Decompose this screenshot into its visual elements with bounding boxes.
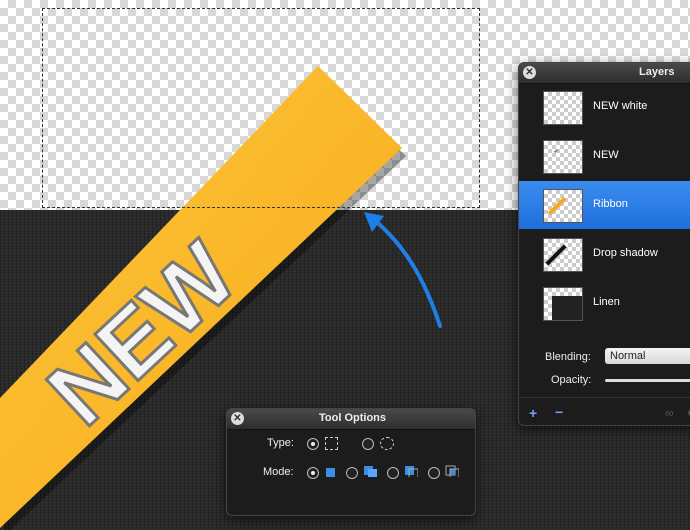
- intersect-mode-icon: [445, 465, 459, 477]
- add-mode-icon: [364, 466, 377, 477]
- layer-row-drop-shadow[interactable]: Drop shadow: [519, 230, 690, 278]
- layers-panel[interactable]: ✕ Layers NEW white NEW Ribbon Drop shado…: [518, 62, 690, 426]
- tool-options-panel[interactable]: ✕ Tool Options Type: Mode:: [226, 408, 476, 516]
- layer-thumbnail: [543, 91, 583, 125]
- rectangle-selection-icon: [325, 437, 338, 450]
- mode-radio-add[interactable]: [346, 467, 358, 479]
- layer-name: NEW: [593, 149, 619, 161]
- layer-row-new-white[interactable]: NEW white: [519, 83, 690, 131]
- layer-thumbnail: [543, 238, 583, 272]
- mode-radio-replace[interactable]: [307, 467, 319, 479]
- replace-mode-icon: [326, 468, 335, 477]
- layer-row-linen[interactable]: Linen: [519, 279, 690, 327]
- mode-radio-subtract[interactable]: [387, 467, 399, 479]
- close-icon[interactable]: ✕: [231, 412, 244, 425]
- layer-thumbnail: [543, 140, 583, 174]
- layer-thumbnail: [543, 189, 583, 223]
- add-icon[interactable]: +: [529, 405, 537, 421]
- tool-options-titlebar[interactable]: ✕ Tool Options: [227, 409, 475, 430]
- tool-options-title: Tool Options: [319, 412, 387, 424]
- ellipse-selection-icon: [380, 437, 394, 450]
- mode-radio-intersect[interactable]: [428, 467, 440, 479]
- layer-name: Drop shadow: [593, 247, 658, 259]
- layers-panel-title: Layers: [639, 66, 675, 78]
- type-label: Type:: [267, 437, 294, 449]
- layers-panel-titlebar[interactable]: ✕ Layers: [519, 63, 690, 84]
- layer-name: NEW white: [593, 100, 648, 112]
- layer-thumbnail: [543, 287, 583, 321]
- layer-row-ribbon[interactable]: Ribbon: [519, 181, 690, 229]
- link-icon[interactable]: ∞: [665, 406, 674, 420]
- blending-select[interactable]: Normal: [605, 348, 690, 364]
- mode-label: Mode:: [263, 466, 294, 478]
- layers-panel-toolbar: + − ∞ ⚙: [519, 397, 690, 425]
- layer-row-new[interactable]: NEW: [519, 132, 690, 180]
- layer-name: Linen: [593, 296, 620, 308]
- close-icon[interactable]: ✕: [523, 66, 536, 79]
- blending-label: Blending:: [545, 351, 591, 363]
- type-radio-ellipse[interactable]: [362, 438, 374, 450]
- remove-icon[interactable]: −: [555, 404, 563, 420]
- type-radio-rectangle[interactable]: [307, 438, 319, 450]
- opacity-slider[interactable]: [605, 379, 690, 382]
- layer-name: Ribbon: [593, 198, 628, 210]
- subtract-mode-icon: [405, 466, 418, 477]
- opacity-label: Opacity:: [551, 374, 592, 386]
